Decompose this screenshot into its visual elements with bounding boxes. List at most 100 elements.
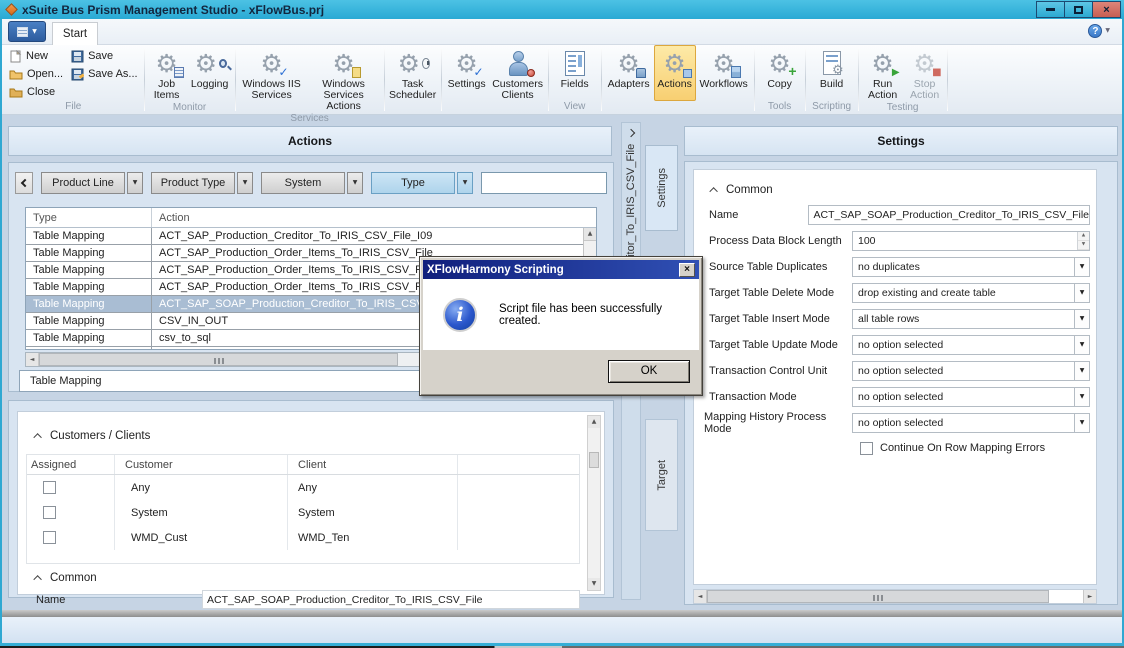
filter-product-type[interactable]: Product Type ▼ — [151, 172, 253, 194]
table-row[interactable]: Table Mapping ACT_SAP_Production_Credito… — [26, 228, 596, 245]
column-header-action[interactable]: Action — [152, 208, 596, 227]
continue-on-errors-row: Continue On Row Mapping Errors — [860, 440, 1045, 456]
name-field-row: Name ACT_SAP_SOAP_Production_Creditor_To… — [26, 590, 580, 609]
field-label: Name — [694, 209, 808, 221]
settings-common-header[interactable]: Common — [712, 184, 773, 196]
filter-system[interactable]: System ▼ — [261, 172, 363, 194]
assigned-checkbox[interactable] — [43, 506, 56, 519]
minimize-button[interactable] — [1036, 1, 1065, 18]
job-items-button[interactable]: ⚙ Job Items — [147, 45, 187, 102]
run-action-label: Run Action — [862, 79, 904, 101]
column-header-type[interactable]: Type — [26, 208, 152, 227]
delete-mode-select[interactable]: drop existing and create table ▼ — [852, 283, 1090, 303]
fields-button[interactable]: Fields — [551, 45, 599, 101]
filter-product-line[interactable]: Product Line ▼ — [41, 172, 143, 194]
vertical-scrollbar[interactable]: ▲ ▼ — [587, 415, 601, 591]
update-mode-select[interactable]: no option selected ▼ — [852, 335, 1090, 355]
run-action-button[interactable]: ⚙▶ Run Action — [861, 45, 905, 102]
customers-clients-button[interactable]: Customers Clients — [490, 45, 546, 102]
help-control[interactable]: ? ▼ — [1088, 24, 1110, 38]
tab-settings-vertical[interactable]: Settings — [645, 145, 678, 231]
windows-iis-services-button[interactable]: ⚙✓ Windows IIS Services — [238, 45, 306, 113]
close-file-button[interactable]: Close — [5, 83, 67, 101]
column-header-client[interactable]: Client — [288, 455, 458, 474]
customers-clients-icon — [503, 48, 533, 78]
insert-mode-select[interactable]: all table rows ▼ — [852, 309, 1090, 329]
scroll-left-icon[interactable]: ◄ — [694, 590, 707, 603]
control-unit-select[interactable]: no option selected ▼ — [852, 361, 1090, 381]
windows-services-actions-button[interactable]: ⚙ Windows Services Actions — [306, 45, 382, 113]
field-value: drop existing and create table — [853, 287, 1074, 299]
tab-target-vertical[interactable]: Target — [645, 419, 678, 531]
chevron-down-icon[interactable]: ▼ — [237, 172, 253, 194]
app-menu-button[interactable]: ▼ — [8, 21, 46, 42]
customers-clients-section-header[interactable]: Customers / Clients — [36, 430, 150, 442]
tab-start[interactable]: Start — [52, 22, 98, 45]
horizontal-scrollbar[interactable]: ◄ ► — [693, 589, 1097, 604]
block-length-stepper[interactable]: 100 ▲ ▼ — [852, 231, 1090, 251]
settings-common-title: Common — [726, 184, 773, 196]
chevron-down-icon[interactable]: ▼ — [1074, 310, 1089, 328]
scroll-up-icon[interactable]: ▲ — [588, 416, 600, 428]
duplicates-select[interactable]: no duplicates ▼ — [852, 257, 1090, 277]
assigned-checkbox[interactable] — [43, 481, 56, 494]
scrollbar-thumb[interactable] — [707, 590, 1049, 603]
chevron-down-icon[interactable]: ▼ — [1074, 388, 1089, 406]
settings-panel-title: Settings — [877, 134, 924, 148]
name-input[interactable]: ACT_SAP_SOAP_Production_Creditor_To_IRIS… — [202, 590, 580, 609]
close-button[interactable]: × — [1092, 1, 1121, 18]
customer-row[interactable]: WMD_Cust WMD_Ten — [27, 525, 579, 550]
scroll-right-icon[interactable]: ► — [1083, 590, 1096, 603]
fields-icon — [560, 48, 590, 78]
transaction-mode-select[interactable]: no option selected ▼ — [852, 387, 1090, 407]
actions-panel-header: Actions — [8, 126, 612, 156]
save-button[interactable]: Save — [67, 47, 142, 65]
history-mode-select[interactable]: no option selected ▼ — [852, 413, 1090, 433]
scrollbar-thumb[interactable] — [589, 452, 599, 468]
settings-button[interactable]: ⚙✓ Settings — [444, 45, 490, 102]
scroll-up-icon[interactable]: ▲ — [584, 228, 596, 241]
scroll-down-icon[interactable]: ▼ — [588, 578, 600, 590]
chevron-down-icon[interactable]: ▼ — [1074, 284, 1089, 302]
chevron-down-icon[interactable]: ▼ — [457, 172, 473, 194]
chevron-down-icon[interactable]: ▼ — [347, 172, 363, 194]
chevron-down-icon[interactable]: ▼ — [127, 172, 143, 194]
workflows-button[interactable]: ⚙ Workflows — [696, 45, 752, 101]
new-button[interactable]: New — [5, 47, 67, 65]
chevron-down-icon[interactable]: ▼ — [1074, 336, 1089, 354]
customer-row[interactable]: Any Any — [27, 475, 579, 500]
logging-button[interactable]: ⚙ Logging — [187, 45, 233, 102]
open-button[interactable]: Open... — [5, 65, 67, 83]
save-as-button[interactable]: Save As... — [67, 65, 142, 83]
column-header-customer[interactable]: Customer — [115, 455, 288, 474]
ribbon-separator — [144, 48, 145, 111]
ok-button[interactable]: OK — [608, 360, 690, 383]
actions-button[interactable]: ⚙ Actions — [654, 45, 696, 101]
ok-button-label: OK — [641, 365, 658, 377]
dialog-close-button[interactable]: × — [679, 263, 695, 277]
common-section-header[interactable]: Common — [36, 572, 97, 584]
customer-row[interactable]: System System — [27, 500, 579, 525]
copy-button[interactable]: ⚙+ Copy — [757, 45, 803, 101]
scrollbar-thumb[interactable] — [39, 353, 398, 366]
chevron-down-icon[interactable]: ▼ — [1074, 362, 1089, 380]
search-input[interactable] — [481, 172, 607, 194]
spinner-up-icon[interactable]: ▲ — [1078, 232, 1089, 241]
spinner-down-icon[interactable]: ▼ — [1078, 241, 1089, 250]
scroll-left-icon[interactable]: ◄ — [26, 353, 39, 366]
maximize-button[interactable] — [1064, 1, 1093, 18]
chevron-down-icon[interactable]: ▼ — [1074, 414, 1089, 432]
continue-on-errors-checkbox[interactable] — [860, 442, 873, 455]
group-label-monitor: Monitor — [147, 102, 233, 114]
task-scheduler-button[interactable]: ⚙ Task Scheduler — [387, 45, 439, 102]
adapters-button[interactable]: ⚙ Adapters — [604, 45, 654, 101]
dialog-titlebar[interactable]: XFlowHarmony Scripting × — [423, 260, 699, 279]
filter-type[interactable]: Type ▼ — [371, 172, 473, 194]
column-header-assigned[interactable]: Assigned — [27, 455, 115, 474]
assigned-checkbox[interactable] — [43, 531, 56, 544]
spinner-buttons[interactable]: ▲ ▼ — [1077, 232, 1089, 250]
chevron-down-icon[interactable]: ▼ — [1074, 258, 1089, 276]
back-button[interactable] — [15, 172, 33, 194]
name-input[interactable]: ACT_SAP_SOAP_Production_Creditor_To_IRIS… — [808, 205, 1090, 225]
build-button[interactable]: ⚙ Build — [808, 45, 856, 101]
